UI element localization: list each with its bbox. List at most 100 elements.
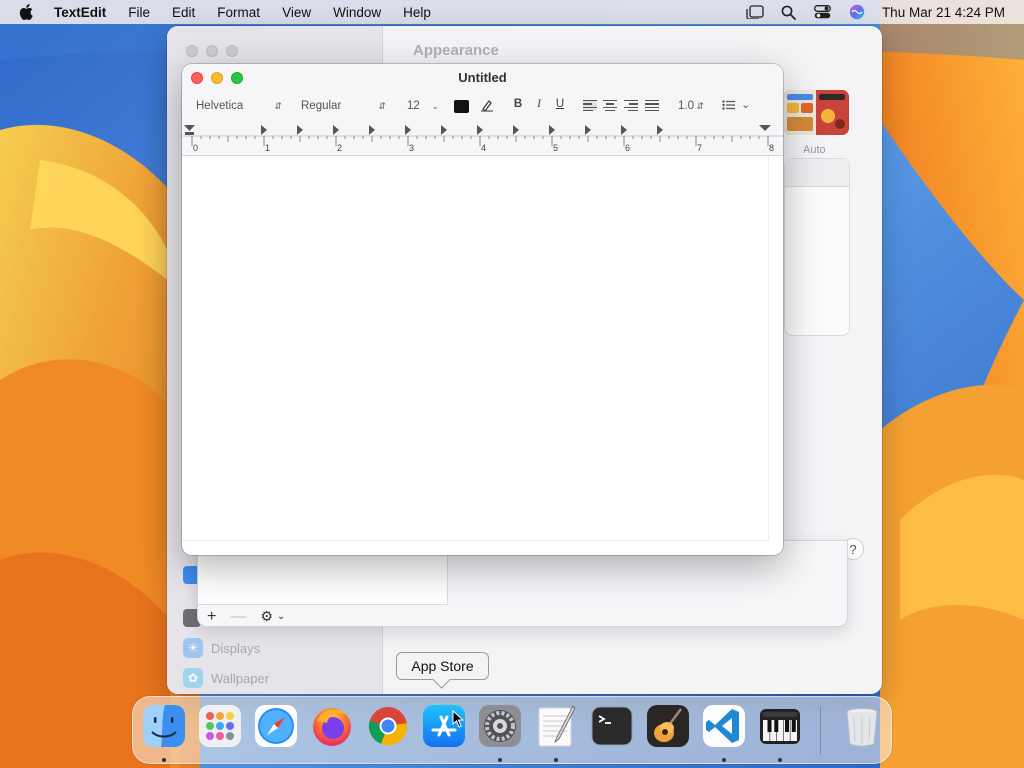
tab-stop-marker[interactable] <box>297 125 303 135</box>
menu-window[interactable]: Window <box>322 5 392 20</box>
dock-firefox[interactable] <box>309 703 355 749</box>
sidebar-item-wallpaper[interactable]: ✿ Wallpaper <box>183 668 269 688</box>
tab-stop-marker[interactable] <box>369 125 375 135</box>
tab-stop-marker[interactable] <box>657 125 663 135</box>
align-center-button[interactable] <box>603 100 617 112</box>
spotlight-search-icon[interactable] <box>772 5 806 20</box>
dock-piano[interactable] <box>757 703 803 749</box>
tab-stop-marker[interactable] <box>549 125 555 135</box>
terminal-icon <box>591 706 633 746</box>
garageband-icon <box>647 705 689 747</box>
font-size-combo[interactable]: 12 ⌄ <box>401 97 443 115</box>
bold-button[interactable]: B <box>509 98 527 110</box>
align-justify-button[interactable] <box>645 100 659 112</box>
dock-finder[interactable] <box>141 703 187 749</box>
document-text-area[interactable] <box>182 156 783 555</box>
popup-arrows-icon: ⇵ <box>378 100 386 111</box>
dock-terminal[interactable] <box>589 703 635 749</box>
ruler-number: 3 <box>409 143 414 153</box>
menu-bar: TextEdit File Edit Format View Window He… <box>0 0 1024 24</box>
font-family-popup[interactable]: Helvetica ⇵ <box>190 97 286 115</box>
menu-view[interactable]: View <box>271 5 322 20</box>
dock-vscode[interactable] <box>701 703 747 749</box>
vertical-scroll-track[interactable] <box>768 156 769 540</box>
dock-safari[interactable] <box>253 703 299 749</box>
textedit-window: Untitled Helvetica ⇵ Regular ⇵ 12 ⌄ B I … <box>182 64 783 555</box>
ruler[interactable]: 0 1 2 3 4 5 6 7 8 <box>182 120 783 156</box>
tab-stop-marker[interactable] <box>405 125 411 135</box>
tab-stop-marker[interactable] <box>333 125 339 135</box>
system-settings-icon <box>479 705 521 747</box>
align-left-button[interactable] <box>583 100 597 112</box>
sidebar-item-label: Displays <box>211 640 261 656</box>
bullet-list-icon <box>722 99 735 110</box>
remove-button[interactable]: — <box>230 608 246 626</box>
font-style-value: Regular <box>301 100 342 112</box>
highlight-color-icon[interactable] <box>480 98 494 115</box>
ruler-number: 7 <box>697 143 702 153</box>
textedit-titlebar: Untitled Helvetica ⇵ Regular ⇵ 12 ⌄ B I … <box>182 64 783 156</box>
control-center-icon[interactable] <box>806 5 840 19</box>
underline-button[interactable]: U <box>551 98 569 110</box>
chevron-down-icon: ⌄ <box>741 99 751 111</box>
dock <box>132 696 892 764</box>
tab-stop-marker[interactable] <box>441 125 447 135</box>
tab-stop-marker[interactable] <box>513 125 519 135</box>
first-line-indent-marker[interactable] <box>184 125 195 131</box>
chevron-down-icon[interactable]: ⌄ <box>277 611 285 622</box>
horizontal-scroll-track[interactable] <box>182 540 769 541</box>
running-indicator <box>162 758 166 762</box>
settings-close-button[interactable] <box>186 45 198 57</box>
align-right-button[interactable] <box>624 100 638 112</box>
tab-stop-marker[interactable] <box>621 125 627 135</box>
appearance-auto-label: Auto <box>803 144 826 156</box>
chrome-icon <box>368 707 408 746</box>
running-indicator <box>778 758 782 762</box>
left-indent-marker[interactable] <box>185 132 194 135</box>
font-style-popup[interactable]: Regular ⇵ <box>295 97 390 115</box>
italic-button[interactable]: I <box>530 98 548 110</box>
right-margin-marker[interactable] <box>759 125 771 131</box>
dock-chrome[interactable] <box>365 703 411 749</box>
trash-icon <box>846 708 878 747</box>
dock-launchpad[interactable] <box>197 703 243 749</box>
text-color-well[interactable] <box>454 100 469 113</box>
siri-icon[interactable] <box>840 4 874 20</box>
running-indicator <box>722 758 726 762</box>
list-style-popup[interactable]: ⌄ <box>722 98 750 111</box>
sun-icon: ☀ <box>183 638 203 658</box>
document-title: Untitled <box>458 70 507 85</box>
stage-manager-icon[interactable] <box>738 5 772 19</box>
settings-zoom-button[interactable] <box>226 45 238 57</box>
menu-app-name[interactable]: TextEdit <box>52 5 117 20</box>
appearance-auto-thumbnail[interactable] <box>784 90 849 135</box>
dock-trash[interactable] <box>839 703 885 749</box>
menu-edit[interactable]: Edit <box>161 5 206 20</box>
settings-minimize-button[interactable] <box>206 45 218 57</box>
launchpad-icon <box>199 705 241 747</box>
textedit-icon <box>538 705 576 747</box>
chevron-down-icon: ⌄ <box>431 100 439 111</box>
dock-garageband[interactable] <box>645 703 691 749</box>
ruler-number: 2 <box>337 143 342 153</box>
menu-format[interactable]: Format <box>206 5 271 20</box>
menu-help[interactable]: Help <box>392 5 442 20</box>
running-indicator <box>498 758 502 762</box>
sidebar-item-displays[interactable]: ☀ Displays <box>183 638 260 658</box>
tab-stop-marker[interactable] <box>477 125 483 135</box>
tooltip-text: App Store <box>411 658 474 674</box>
ruler-number: 8 <box>769 143 774 153</box>
menu-bar-clock[interactable]: Thu Mar 21 4:24 PM <box>874 5 1024 20</box>
apple-menu-icon[interactable] <box>0 4 52 20</box>
gear-icon[interactable]: ⚙ <box>260 608 273 625</box>
vscode-icon <box>703 705 745 747</box>
menu-file[interactable]: File <box>117 5 161 20</box>
dock-tooltip: App Store <box>396 652 489 680</box>
popup-arrows-icon: ⇵ <box>274 100 282 111</box>
tab-stop-marker[interactable] <box>261 125 267 135</box>
line-spacing-popup[interactable]: 1.0 ⇵ <box>672 97 708 115</box>
dock-textedit[interactable] <box>533 703 579 749</box>
tab-stop-marker[interactable] <box>585 125 591 135</box>
dock-system-settings[interactable] <box>477 703 523 749</box>
add-button[interactable]: + <box>207 608 216 626</box>
